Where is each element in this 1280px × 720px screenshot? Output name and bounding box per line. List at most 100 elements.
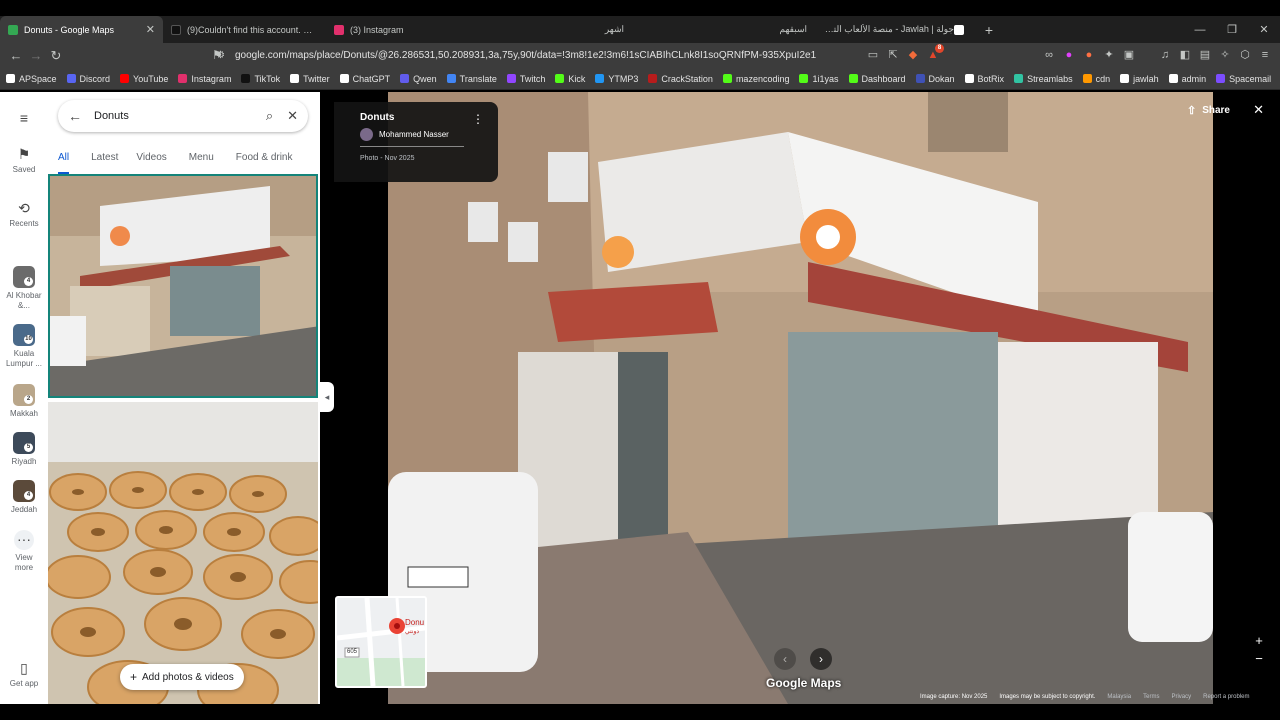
rail-recents[interactable]: ⟲ Recents bbox=[0, 200, 48, 228]
ai-icon[interactable]: ✧ bbox=[1218, 48, 1232, 62]
close-tab-icon[interactable]: ✕ bbox=[146, 23, 155, 36]
bookmark-twitch[interactable]: Twitch bbox=[506, 74, 545, 84]
minimap[interactable]: Donu دونتي 605 bbox=[335, 596, 427, 688]
bookmark-translate[interactable]: Translate bbox=[446, 74, 497, 84]
tab-tiktok[interactable]: (9)Couldn't find this account. Visit Tik bbox=[163, 16, 326, 43]
bookmark-qwen[interactable]: Qwen bbox=[400, 74, 437, 84]
rail-recent-riyadh[interactable]: 5 Riyadh bbox=[0, 432, 48, 466]
place-name[interactable]: Donuts bbox=[360, 112, 486, 123]
terms-link[interactable]: Terms bbox=[1143, 694, 1159, 700]
bookmark-cdn[interactable]: cdn bbox=[1082, 74, 1110, 84]
extension-2-icon[interactable]: ● bbox=[1062, 48, 1076, 62]
brave-shield-icon[interactable]: ◆ bbox=[906, 48, 920, 62]
tab-latest[interactable]: Latest bbox=[91, 148, 118, 174]
share-button[interactable]: ⇧ Share bbox=[1187, 104, 1230, 117]
minimize-icon[interactable]: — bbox=[1184, 16, 1216, 43]
music-icon[interactable]: ♫ bbox=[1158, 48, 1172, 62]
rail-menu-button[interactable]: ≡ bbox=[0, 110, 48, 129]
bookmark-botrix[interactable]: BotRix bbox=[964, 73, 1005, 84]
tab-videos[interactable]: Videos bbox=[136, 148, 166, 174]
tab-label: (3) Instagram bbox=[350, 24, 404, 35]
extensions-icon[interactable]: ✦ bbox=[1102, 48, 1116, 62]
tab-menu[interactable]: Menu bbox=[189, 148, 214, 174]
privacy-link[interactable]: Privacy bbox=[1171, 694, 1191, 700]
bookmark-label: 1i1yas bbox=[812, 73, 839, 84]
extension-1-icon[interactable]: ∞ bbox=[1042, 48, 1056, 62]
clear-search-icon[interactable]: ✕ bbox=[287, 108, 298, 124]
author-row[interactable]: Mohammed Nasser bbox=[360, 128, 486, 141]
bookmark-youtube[interactable]: YouTube bbox=[120, 74, 168, 84]
collapse-panel-button[interactable]: ◂ bbox=[320, 382, 334, 412]
bookmark-twitter[interactable]: Twitter bbox=[290, 74, 330, 84]
bookmark-jawlah[interactable]: jawlah bbox=[1120, 74, 1159, 84]
tab-jawlah[interactable]: جولة | Jawlah - منصة الألعاب التفاعلية bbox=[815, 16, 978, 43]
bookmark-icon[interactable]: ⚑ bbox=[212, 48, 223, 62]
bookmark-dokan[interactable]: Dokan bbox=[915, 74, 955, 84]
report-problem-link[interactable]: Report a problem bbox=[1203, 694, 1249, 700]
extension-3-icon[interactable]: ● bbox=[1082, 48, 1096, 62]
zoom-in-button[interactable]: + bbox=[1252, 632, 1266, 650]
rail-view-more[interactable]: ··· View more bbox=[0, 530, 48, 573]
minimap-pin-sub: دونتي bbox=[405, 629, 420, 635]
street-view-photo[interactable] bbox=[388, 92, 1213, 704]
rail-saved[interactable]: ⚑ Saved bbox=[0, 146, 48, 174]
country-link[interactable]: Malaysia bbox=[1107, 694, 1131, 700]
bookmark-discord[interactable]: Discord bbox=[66, 74, 110, 84]
tab-instagram[interactable]: (3) Instagram bbox=[326, 16, 489, 43]
tab-google-maps[interactable]: Donuts - Google Maps ✕ bbox=[0, 16, 163, 43]
rail-recent-jeddah[interactable]: 4 Jeddah bbox=[0, 480, 48, 514]
bookmark-favicon-icon bbox=[6, 74, 15, 83]
reload-icon[interactable]: ↻ bbox=[46, 48, 66, 64]
sidebar-icon[interactable]: ◧ bbox=[1178, 48, 1192, 62]
url-field[interactable]: ⚙ google.com/maps/place/Donuts/@26.28653… bbox=[216, 50, 816, 61]
previous-photo-button[interactable]: ‹ bbox=[774, 648, 796, 670]
rail-recent-kualalumpur[interactable]: 10 Kuala Lumpur ... bbox=[0, 324, 48, 369]
bookmark-kick[interactable]: Kick bbox=[555, 74, 585, 84]
extension-4-icon[interactable]: ▣ bbox=[1122, 48, 1136, 62]
back-arrow-icon[interactable]: ← bbox=[68, 108, 82, 124]
close-window-icon[interactable]: ✕ bbox=[1248, 16, 1280, 43]
tab-food-drink[interactable]: Food & drink bbox=[236, 148, 293, 174]
search-icon[interactable]: ⌕ bbox=[266, 108, 273, 124]
bookmark-ytmp3[interactable]: YTMP3 bbox=[595, 74, 638, 84]
forward-icon[interactable]: → bbox=[26, 48, 46, 63]
bookmark-tiktok[interactable]: TikTok bbox=[241, 74, 280, 84]
bookmark-1i1yas[interactable]: 1i1yas bbox=[799, 73, 839, 84]
vpn-icon[interactable]: ⬡ bbox=[1238, 48, 1252, 62]
menu-icon[interactable]: ≡ bbox=[1258, 48, 1272, 62]
wallet-icon[interactable]: ▤ bbox=[1198, 48, 1212, 62]
tab-arabic-2[interactable]: اسبقهم bbox=[652, 16, 815, 43]
restore-icon[interactable]: ❐ bbox=[1216, 16, 1248, 43]
bookmark-apspace[interactable]: APSpace bbox=[6, 74, 57, 84]
tab-all[interactable]: All bbox=[58, 148, 70, 174]
bookmark-label: Twitter bbox=[303, 73, 330, 84]
cast-icon[interactable]: ▭ bbox=[866, 48, 880, 62]
close-viewer-icon[interactable]: ✕ bbox=[1253, 102, 1264, 118]
rewards-icon[interactable]: ▲ 8 bbox=[926, 44, 944, 62]
more-options-icon[interactable]: ⋮ bbox=[472, 112, 484, 126]
bookmark-dashboard[interactable]: Dashboard bbox=[848, 74, 906, 84]
photo-thumbnail-storefront[interactable] bbox=[48, 174, 318, 398]
bookmark-label: BotRix bbox=[977, 73, 1005, 84]
rail-get-app[interactable]: ▯ Get app bbox=[0, 660, 48, 688]
rail-recent-alkhobar[interactable]: 4 Al Khobar &... bbox=[0, 266, 48, 311]
bookmark-mazencoding[interactable]: mazencoding bbox=[722, 74, 789, 84]
back-icon[interactable]: ← bbox=[6, 48, 26, 63]
tab-label: Donuts - Google Maps bbox=[24, 24, 115, 35]
bookmark-admin[interactable]: admin bbox=[1168, 74, 1206, 84]
next-photo-button[interactable]: › bbox=[810, 648, 832, 670]
bookmark-spacemail[interactable]: Spacemail bbox=[1216, 74, 1271, 84]
rail-recent-makkah[interactable]: 2 Makkah bbox=[0, 384, 48, 418]
bookmark-chatgpt[interactable]: ChatGPT bbox=[339, 74, 390, 84]
bookmark-instagram[interactable]: Instagram bbox=[178, 74, 231, 84]
zoom-out-button[interactable]: − bbox=[1252, 650, 1266, 668]
photo-thumbnail-donuts[interactable] bbox=[48, 402, 318, 704]
share-page-icon[interactable]: ⇱ bbox=[886, 48, 900, 62]
add-photos-button[interactable]: + Add photos & videos bbox=[120, 664, 244, 690]
new-tab-button[interactable]: + bbox=[978, 16, 1000, 43]
bookmark-streamlabs[interactable]: Streamlabs bbox=[1014, 74, 1073, 84]
search-input[interactable]: Donuts bbox=[94, 110, 252, 122]
bookmark-crackstation[interactable]: CrackStation bbox=[648, 74, 713, 84]
tab-arabic-1[interactable]: اشهر bbox=[489, 16, 652, 43]
search-box[interactable]: ← Donuts ⌕ ✕ bbox=[58, 100, 308, 132]
